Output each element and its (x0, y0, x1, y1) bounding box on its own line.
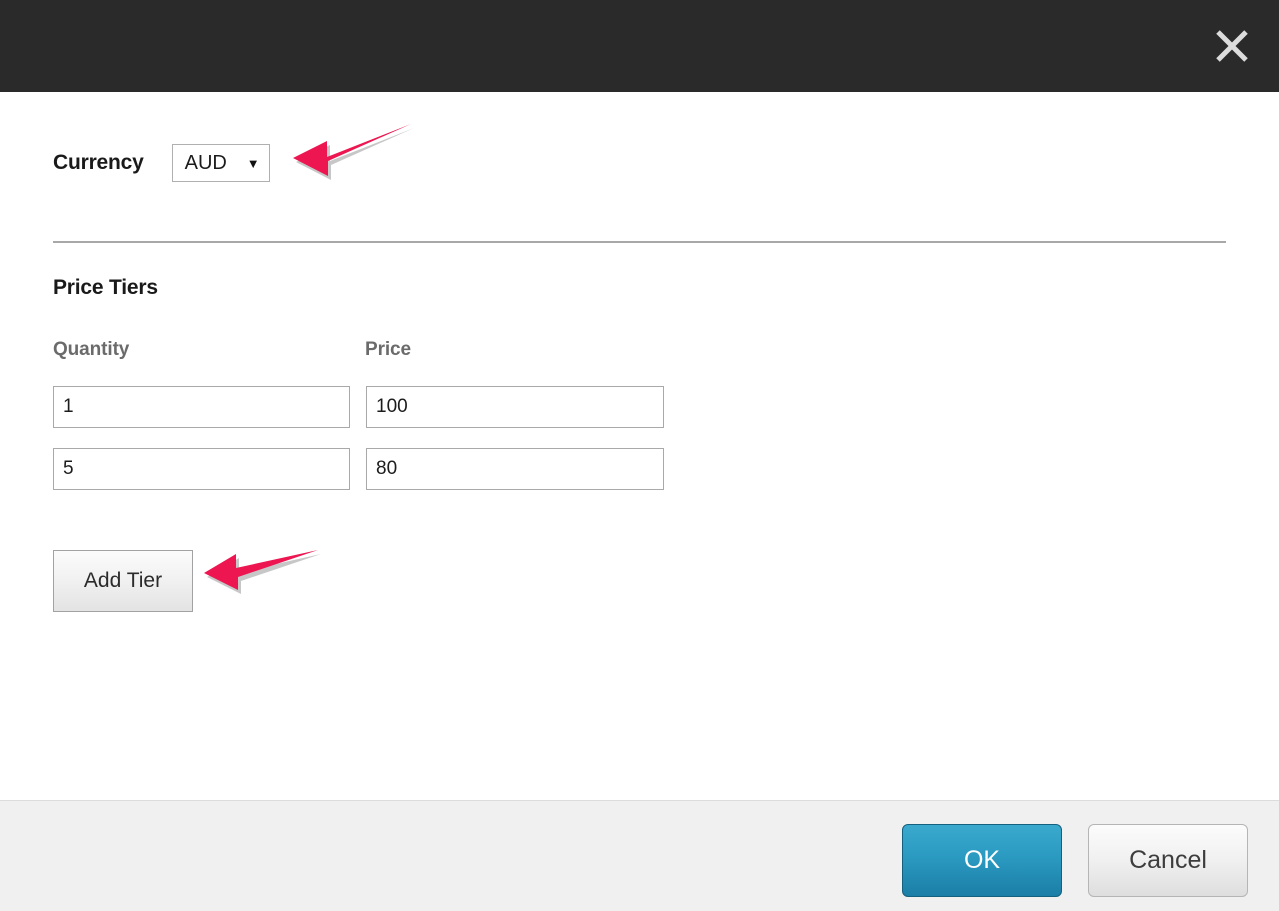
close-button[interactable] (1212, 26, 1252, 66)
dialog-footer: OK Cancel (0, 800, 1279, 911)
currency-selected-value: AUD (184, 152, 227, 174)
currency-label: Currency (53, 151, 144, 174)
tier-price-input[interactable] (366, 386, 664, 428)
add-tier-button[interactable]: Add Tier (53, 550, 193, 612)
tier-row (53, 448, 664, 490)
close-icon (1212, 26, 1252, 66)
dialog-body: Currency AUD ▼ Price Tiers Quantity Pric… (0, 92, 1279, 800)
cancel-button[interactable]: Cancel (1088, 824, 1248, 897)
section-divider (53, 241, 1226, 243)
dialog-titlebar (0, 0, 1279, 92)
chevron-down-icon: ▼ (246, 155, 260, 171)
tier-quantity-input[interactable] (53, 386, 350, 428)
column-header-price: Price (365, 339, 411, 360)
price-tiers-column-headers: Quantity Price (53, 339, 753, 365)
tier-price-input[interactable] (366, 448, 664, 490)
tier-row (53, 386, 664, 428)
currency-row: Currency AUD ▼ (53, 144, 270, 182)
price-tiers-heading: Price Tiers (53, 276, 158, 299)
tier-quantity-input[interactable] (53, 448, 350, 490)
column-header-quantity: Quantity (53, 339, 130, 360)
ok-button[interactable]: OK (902, 824, 1062, 897)
price-tiers-rows (53, 386, 664, 510)
currency-dropdown[interactable]: AUD ▼ (171, 144, 270, 182)
